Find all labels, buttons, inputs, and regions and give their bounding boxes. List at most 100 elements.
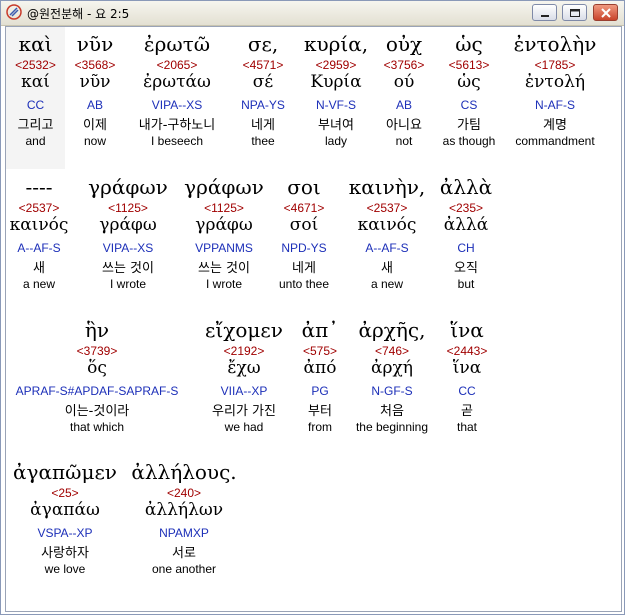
lemma: ἀπό bbox=[303, 358, 337, 378]
word-cell[interactable]: ἀγαπῶμεν <25> ἀγαπάω VSPA--XP 사랑하자 we lo… bbox=[6, 457, 124, 597]
greek-word: καὶ bbox=[18, 32, 53, 56]
word-cell[interactable]: σε, <4571> σέ NPA-YS 네게 thee bbox=[229, 29, 297, 169]
greek-word: σοι bbox=[287, 175, 321, 199]
korean-gloss: 내가-구하노니 bbox=[138, 118, 216, 133]
word-cell[interactable]: ἀλλήλους. <240> ἀλλήλων NPAMXP 서로 one an… bbox=[130, 457, 238, 597]
english-gloss: that which bbox=[69, 420, 125, 434]
greek-word: καινὴν, bbox=[348, 175, 426, 199]
word-cell[interactable]: καινὴν, <2537> καινός A--AF-S 새 a new bbox=[342, 172, 432, 312]
lemma: ἔχω bbox=[227, 358, 261, 378]
english-gloss: a new bbox=[370, 277, 404, 291]
lemma: ἵνα bbox=[452, 358, 482, 378]
morphology-code: N-GF-S bbox=[371, 384, 413, 398]
word-cell[interactable]: κυρία, <2959> Κυρία N-VF-S 부녀여 lady bbox=[297, 29, 375, 169]
greek-word: ἀλλήλους. bbox=[131, 460, 237, 484]
korean-gloss: 그리고 bbox=[17, 118, 54, 133]
window-title: @원전분해 - 요 2:5 bbox=[27, 7, 130, 21]
word-cell[interactable]: οὐχ <3756> ού AB 아니요 not bbox=[375, 29, 433, 169]
greek-word: οὐχ bbox=[385, 32, 423, 56]
strong-number: <235> bbox=[448, 201, 484, 215]
word-cell[interactable]: γράφων <1125> γράφω VPPANMS 쓰는 것이 I wrot… bbox=[178, 172, 270, 312]
greek-word: ἀλλὰ bbox=[439, 175, 493, 199]
word-cell[interactable]: εἴχομεν <2192> ἔχω VIIA--XP 우리가 가진 we ha… bbox=[194, 315, 294, 455]
strong-number: <2192> bbox=[223, 344, 265, 358]
word-cell[interactable]: ἀπ᾽ <575> ἀπό PG 부터 from bbox=[297, 315, 343, 455]
strong-number: <2959> bbox=[315, 58, 357, 72]
lemma: ὡς bbox=[457, 72, 481, 92]
word-cell[interactable]: σοι <4671> σοί NPD-YS 네게 unto thee bbox=[268, 172, 340, 312]
english-gloss: commandment bbox=[515, 134, 595, 148]
greek-word: ἀγαπῶμεν bbox=[13, 460, 117, 484]
english-gloss: the beginning bbox=[355, 420, 429, 434]
strong-number: <2065> bbox=[156, 58, 198, 72]
english-gloss: we love bbox=[44, 562, 86, 576]
morphology-code: VIPA--XS bbox=[151, 98, 203, 112]
english-gloss: as though bbox=[442, 134, 496, 148]
korean-gloss: 계명 bbox=[543, 118, 567, 133]
english-gloss: I wrote bbox=[109, 277, 147, 291]
lemma: γράφω bbox=[99, 215, 157, 235]
interlinear-panel: καὶ <2532> καί CC 그리고 and νῦν <3568> νῦν… bbox=[5, 26, 622, 612]
lemma: σέ bbox=[252, 72, 274, 92]
korean-gloss: 네게 bbox=[251, 118, 275, 133]
greek-word: ἐρωτῶ bbox=[143, 32, 211, 56]
korean-gloss: 아니요 bbox=[386, 118, 422, 133]
word-cell[interactable]: ἐντολὴν <1785> ἐντολή N-AF-S 계명 commandm… bbox=[505, 29, 605, 169]
word-cell[interactable]: ὡς <5613> ὡς CS 가팀 as though bbox=[433, 29, 505, 169]
lemma: ἀλλήλων bbox=[144, 500, 224, 520]
morphology-code: CS bbox=[460, 98, 478, 112]
strong-number: <2537> bbox=[366, 201, 408, 215]
greek-word: νῦν bbox=[76, 32, 114, 56]
morphology-code: AB bbox=[395, 98, 413, 112]
lemma: ού bbox=[393, 72, 415, 92]
greek-word: ἵνα bbox=[450, 318, 484, 342]
korean-gloss: 우리가 가진 bbox=[212, 404, 276, 419]
english-gloss: now bbox=[83, 134, 107, 148]
lemma: καινός bbox=[357, 215, 417, 235]
word-cell[interactable]: ἵνα <2443> ἵνα CC 곧 that bbox=[440, 315, 494, 455]
morphology-code: N-AF-S bbox=[535, 98, 575, 112]
word-cell[interactable]: ἀρχῆς, <746> ἀρχή N-GF-S 처음 the beginnin… bbox=[348, 315, 436, 455]
word-cell[interactable]: ἀλλὰ <235> ἀλλά CH 오직 but bbox=[432, 172, 500, 312]
greek-word: εἴχομεν bbox=[205, 318, 283, 342]
lemma: ἐντολή bbox=[524, 72, 586, 92]
korean-gloss: 네게 bbox=[292, 261, 316, 276]
greek-word: γράφων bbox=[184, 175, 264, 199]
lemma: ἀρχή bbox=[371, 358, 413, 378]
greek-word: ἣν bbox=[84, 318, 110, 342]
english-gloss: one another bbox=[151, 562, 217, 576]
close-button[interactable] bbox=[593, 4, 618, 21]
strong-number: <1785> bbox=[534, 58, 576, 72]
minimize-button[interactable] bbox=[532, 4, 557, 21]
maximize-button[interactable] bbox=[562, 4, 587, 21]
korean-gloss: 오직 bbox=[454, 261, 478, 276]
lemma: ἐρωτάω bbox=[143, 72, 211, 92]
word-cell[interactable]: ἐρωτῶ <2065> ἐρωτάω VIPA--XS 내가-구하노니 I b… bbox=[125, 29, 229, 169]
word-cell[interactable]: ἣν <3739> ὅς APRAF-S#APDAF-SAPRAF-S 이는-것… bbox=[6, 315, 188, 455]
strong-number: <4671> bbox=[283, 201, 325, 215]
morphology-code: VIPA--XS bbox=[102, 241, 154, 255]
word-cell[interactable]: καὶ <2532> καί CC 그리고 and bbox=[6, 29, 65, 169]
korean-gloss: 부터 bbox=[308, 404, 332, 419]
english-gloss: thee bbox=[251, 134, 275, 148]
english-gloss: I wrote bbox=[205, 277, 243, 291]
morphology-code: PG bbox=[311, 384, 329, 398]
korean-gloss: 처음 bbox=[380, 404, 404, 419]
english-gloss: from bbox=[308, 420, 332, 434]
word-cell[interactable]: γράφων <1125> γράφω VIPA--XS 쓰는 것이 I wro… bbox=[82, 172, 174, 312]
title-bar[interactable]: @원전분해 - 요 2:5 bbox=[1, 1, 624, 26]
strong-number: <2532> bbox=[15, 58, 56, 72]
korean-gloss: 쓰는 것이 bbox=[198, 261, 250, 276]
lemma: γράφω bbox=[195, 215, 253, 235]
word-cell[interactable]: ---- <2537> καινός A--AF-S 새 a new bbox=[6, 172, 72, 312]
korean-gloss: 가팀 bbox=[457, 118, 481, 133]
lemma: καινός bbox=[9, 215, 69, 235]
strong-number: <2443> bbox=[446, 344, 488, 358]
morphology-code: CC bbox=[458, 384, 476, 398]
korean-gloss: 새 bbox=[381, 261, 393, 276]
english-gloss: and bbox=[25, 134, 46, 148]
word-cell[interactable]: νῦν <3568> νῦν AB 이제 now bbox=[65, 29, 125, 169]
morphology-code: N-VF-S bbox=[316, 98, 356, 112]
greek-word: ὡς bbox=[455, 32, 483, 56]
english-gloss: lady bbox=[324, 134, 348, 148]
